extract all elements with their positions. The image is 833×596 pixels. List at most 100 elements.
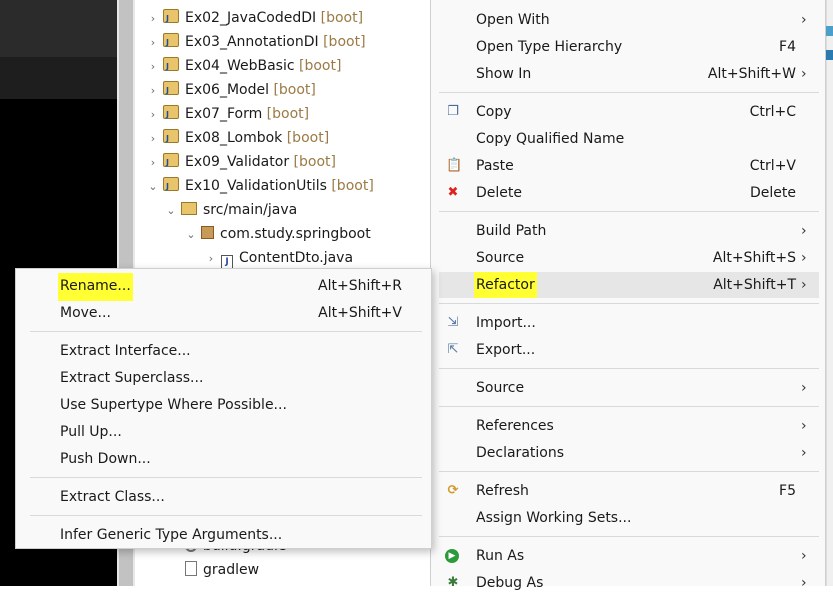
chevron-right-icon: › (801, 380, 807, 396)
menu-item-open-type-hierarchy[interactable]: Open Type Hierarchy F4 (476, 34, 811, 60)
boot-tag: [boot] (331, 178, 374, 194)
menu-item-declarations[interactable]: Declarations › (476, 440, 811, 466)
package-icon (201, 226, 214, 239)
editor-tab-area (0, 0, 117, 57)
edge-marker (826, 50, 833, 60)
tree-item-project[interactable]: › Ex06_Model [boot] (147, 78, 316, 103)
chevron-right-icon: › (801, 250, 807, 266)
menu-separator (439, 536, 819, 537)
project-icon (163, 79, 179, 103)
chevron-right-icon[interactable]: › (147, 79, 159, 103)
tree-item-project-expanded[interactable]: ⌄ Ex10_ValidationUtils [boot] (147, 174, 374, 199)
refresh-icon: ⟳ (447, 483, 459, 498)
tree-item-gradlew[interactable]: gradlew (181, 558, 259, 582)
export-icon: ⇱ (447, 342, 459, 357)
tree-item-project[interactable]: › Ex09_Validator [boot] (147, 150, 336, 175)
menu-item-push-down[interactable]: Push Down... (60, 446, 410, 472)
menu-item-copy-qualified-name[interactable]: Copy Qualified Name (476, 126, 811, 152)
chevron-right-icon: › (801, 66, 807, 82)
boot-tag: [boot] (299, 58, 342, 74)
tree-item-java-file[interactable]: › J ContentDto.java (205, 246, 353, 270)
menu-item-import[interactable]: Import... (476, 310, 811, 336)
menu-item-source[interactable]: Source Alt+Shift+S › (476, 245, 811, 271)
chevron-right-icon[interactable]: › (147, 55, 159, 79)
menu-item-pull-up[interactable]: Pull Up... (60, 419, 410, 445)
chevron-right-icon[interactable]: › (147, 7, 159, 31)
menu-separator (439, 406, 819, 407)
chevron-right-icon[interactable]: › (147, 151, 159, 175)
menu-item-references[interactable]: References › (476, 413, 811, 439)
menu-item-infer-generic-type-arguments[interactable]: Infer Generic Type Arguments... (60, 522, 410, 548)
menu-separator (439, 368, 819, 369)
tree-item-project[interactable]: › Ex02_JavaCodedDI [boot] (147, 6, 364, 31)
editor-toolbar (0, 57, 117, 99)
chevron-right-icon[interactable]: › (147, 127, 159, 151)
menu-item-rename[interactable]: Rename... Alt+Shift+R (58, 273, 410, 301)
menu-item-open-with[interactable]: Open With › (476, 7, 811, 33)
chevron-down-icon[interactable]: ⌄ (185, 223, 197, 247)
menu-item-extract-superclass[interactable]: Extract Superclass... (60, 365, 410, 391)
boot-tag: [boot] (266, 106, 310, 122)
chevron-right-icon: › (801, 12, 807, 28)
context-menu: Open With › Open Type Hierarchy F4 Show … (430, 0, 826, 591)
chevron-down-icon[interactable]: ⌄ (147, 175, 159, 199)
tree-item-project[interactable]: › Ex03_AnnotationDI [boot] (147, 30, 366, 55)
menu-separator (30, 515, 422, 516)
project-icon (163, 151, 179, 175)
menu-item-assign-working-sets[interactable]: Assign Working Sets... (476, 505, 811, 531)
chevron-right-icon: › (801, 445, 807, 461)
menu-item-run-as[interactable]: Run As › (476, 543, 811, 569)
menu-item-delete[interactable]: Delete Delete (476, 180, 811, 206)
tree-item-project[interactable]: › Ex07_Form [boot] (147, 102, 310, 127)
menu-item-debug-as[interactable]: Debug As › (476, 570, 811, 596)
project-name: Ex08_Lombok (185, 130, 283, 146)
run-icon: ▶ (445, 549, 459, 563)
menu-separator (30, 477, 422, 478)
source-folder-name: src/main/java (203, 202, 298, 218)
menu-item-refactor[interactable]: Refactor Alt+Shift+T › (474, 272, 811, 298)
boot-tag: [boot] (273, 82, 316, 98)
menu-item-paste[interactable]: Paste Ctrl+V (476, 153, 811, 179)
project-icon (163, 31, 179, 55)
menu-item-extract-class[interactable]: Extract Class... (60, 484, 410, 510)
shortcut: Delete (750, 185, 796, 201)
chevron-down-icon[interactable]: ⌄ (165, 199, 177, 223)
project-name: Ex04_WebBasic (185, 58, 295, 74)
chevron-right-icon[interactable]: › (147, 31, 159, 55)
menu-item-copy[interactable]: Copy Ctrl+C (476, 99, 811, 125)
menu-item-use-supertype[interactable]: Use Supertype Where Possible... (60, 392, 410, 418)
chevron-right-icon[interactable]: › (147, 103, 159, 127)
boot-tag: [boot] (320, 10, 364, 26)
menu-item-source-2[interactable]: Source › (476, 375, 811, 401)
chevron-right-icon: › (801, 418, 807, 434)
tree-item-project[interactable]: › Ex08_Lombok [boot] (147, 126, 329, 151)
menu-item-show-in[interactable]: Show In Alt+Shift+W › (476, 61, 811, 87)
project-icon (163, 175, 179, 199)
chevron-right-icon: › (801, 277, 807, 293)
right-panel-edge (826, 0, 833, 586)
gradlew-name: gradlew (203, 562, 260, 578)
menu-item-move[interactable]: Move... Alt+Shift+V (60, 300, 410, 326)
menu-item-export[interactable]: Export... (476, 337, 811, 363)
menu-item-build-path[interactable]: Build Path › (476, 218, 811, 244)
tree-item-source-folder[interactable]: ⌄ src/main/java (165, 198, 297, 222)
menu-separator (439, 211, 819, 212)
menu-item-extract-interface[interactable]: Extract Interface... (60, 338, 410, 364)
menu-separator (439, 92, 819, 93)
shortcut: F4 (779, 39, 796, 55)
project-icon (163, 103, 179, 127)
tree-item-project[interactable]: › Ex04_WebBasic [boot] (147, 54, 342, 79)
import-icon: ⇲ (447, 315, 459, 330)
package-name: com.study.springboot (220, 226, 371, 242)
menu-item-refresh[interactable]: Refresh F5 (476, 478, 811, 504)
boot-tag: [boot] (293, 154, 336, 170)
project-name: Ex07_Form (185, 106, 263, 122)
shortcut: Ctrl+C (749, 104, 796, 120)
menu-separator (30, 331, 422, 332)
chevron-right-icon: › (801, 223, 807, 239)
project-name: Ex10_ValidationUtils (185, 178, 327, 194)
tree-item-package[interactable]: ⌄ com.study.springboot (185, 222, 371, 246)
chevron-right-icon: › (801, 575, 807, 591)
project-icon (163, 55, 179, 79)
project-name: Ex02_JavaCodedDI (185, 10, 317, 26)
